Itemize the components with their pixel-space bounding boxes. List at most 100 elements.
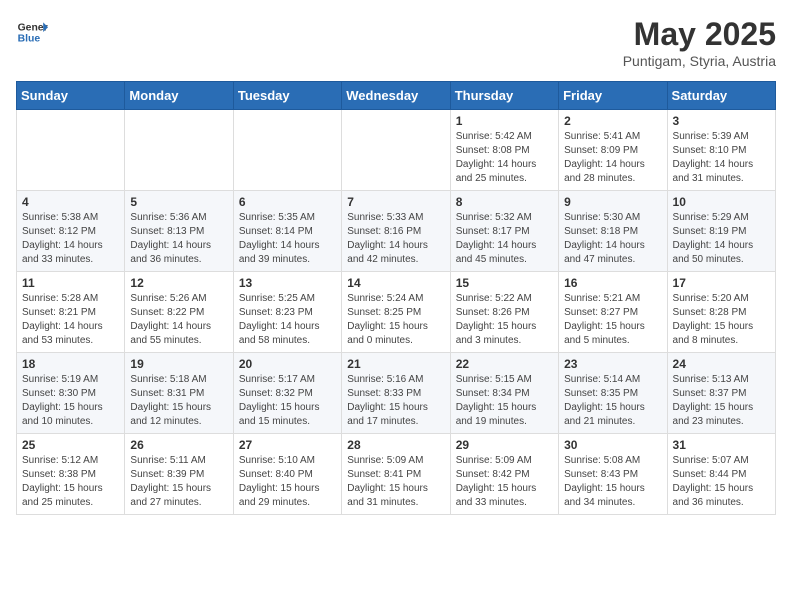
day-info: Sunrise: 5:14 AM Sunset: 8:35 PM Dayligh… (564, 373, 661, 429)
day-number: 24 (673, 357, 770, 371)
day-info: Sunrise: 5:15 AM Sunset: 8:34 PM Dayligh… (456, 373, 553, 429)
title-block: May 2025 Puntigam, Styria, Austria (623, 16, 776, 69)
day-number: 4 (22, 195, 119, 209)
calendar-cell (17, 110, 125, 191)
calendar-table: SundayMondayTuesdayWednesdayThursdayFrid… (16, 81, 776, 515)
calendar-cell: 22 Sunrise: 5:15 AM Sunset: 8:34 PM Dayli… (450, 353, 558, 434)
calendar-cell (125, 110, 233, 191)
subtitle: Puntigam, Styria, Austria (623, 53, 776, 69)
day-info: Sunrise: 5:13 AM Sunset: 8:37 PM Dayligh… (673, 373, 770, 429)
calendar-cell: 24 Sunrise: 5:13 AM Sunset: 8:37 PM Dayli… (667, 353, 775, 434)
calendar-cell: 6Sunrise: 5:35 AM Sunset: 8:14 PM Daylig… (233, 191, 341, 272)
day-info: Sunrise: 5:09 AM Sunset: 8:41 PM Dayligh… (347, 454, 444, 510)
calendar-cell: 16 Sunrise: 5:21 AM Sunset: 8:27 PM Dayli… (559, 272, 667, 353)
page-header: General Blue May 2025 Puntigam, Styria, … (16, 16, 776, 69)
day-number: 29 (456, 438, 553, 452)
svg-text:Blue: Blue (18, 34, 41, 45)
calendar-cell: 20Sunrise: 5:17 AM Sunset: 8:32 PM Dayli… (233, 353, 341, 434)
day-info: Sunrise: 5:39 AM Sunset: 8:10 PM Dayligh… (673, 130, 770, 186)
day-info: Sunrise: 5:25 AM Sunset: 8:23 PM Dayligh… (239, 292, 336, 348)
day-number: 28 (347, 438, 444, 452)
calendar-cell: 23 Sunrise: 5:14 AM Sunset: 8:35 PM Dayli… (559, 353, 667, 434)
day-number: 7 (347, 195, 444, 209)
weekday-header-row: SundayMondayTuesdayWednesdayThursdayFrid… (17, 82, 776, 110)
calendar-cell: 11 Sunrise: 5:28 AM Sunset: 8:21 PM Dayli… (17, 272, 125, 353)
day-info: Sunrise: 5:12 AM Sunset: 8:38 PM Dayligh… (22, 454, 119, 510)
calendar-cell: 27Sunrise: 5:10 AM Sunset: 8:40 PM Dayli… (233, 434, 341, 515)
day-number: 23 (564, 357, 661, 371)
calendar-cell: 5 Sunrise: 5:36 AM Sunset: 8:13 PM Daylig… (125, 191, 233, 272)
day-number: 27 (239, 438, 336, 452)
day-number: 3 (673, 114, 770, 128)
day-info: Sunrise: 5:32 AM Sunset: 8:17 PM Dayligh… (456, 211, 553, 267)
day-info: Sunrise: 5:20 AM Sunset: 8:28 PM Dayligh… (673, 292, 770, 348)
day-number: 2 (564, 114, 661, 128)
day-info: Sunrise: 5:38 AM Sunset: 8:12 PM Dayligh… (22, 211, 119, 267)
calendar-cell: 14 Sunrise: 5:24 AM Sunset: 8:25 PM Dayli… (342, 272, 450, 353)
day-number: 13 (239, 276, 336, 290)
day-info: Sunrise: 5:08 AM Sunset: 8:43 PM Dayligh… (564, 454, 661, 510)
day-number: 30 (564, 438, 661, 452)
main-title: May 2025 (623, 16, 776, 53)
weekday-header: Tuesday (233, 82, 341, 110)
day-number: 25 (22, 438, 119, 452)
day-number: 14 (347, 276, 444, 290)
calendar-cell: 21 Sunrise: 5:16 AM Sunset: 8:33 PM Dayli… (342, 353, 450, 434)
weekday-header: Wednesday (342, 82, 450, 110)
calendar-cell: 1Sunrise: 5:42 AM Sunset: 8:08 PM Daylig… (450, 110, 558, 191)
day-info: Sunrise: 5:21 AM Sunset: 8:27 PM Dayligh… (564, 292, 661, 348)
day-info: Sunrise: 5:24 AM Sunset: 8:25 PM Dayligh… (347, 292, 444, 348)
day-number: 26 (130, 438, 227, 452)
calendar-cell: 28 Sunrise: 5:09 AM Sunset: 8:41 PM Dayli… (342, 434, 450, 515)
calendar-cell: 12 Sunrise: 5:26 AM Sunset: 8:22 PM Dayli… (125, 272, 233, 353)
day-info: Sunrise: 5:26 AM Sunset: 8:22 PM Dayligh… (130, 292, 227, 348)
day-info: Sunrise: 5:16 AM Sunset: 8:33 PM Dayligh… (347, 373, 444, 429)
calendar-cell: 18Sunrise: 5:19 AM Sunset: 8:30 PM Dayli… (17, 353, 125, 434)
day-info: Sunrise: 5:22 AM Sunset: 8:26 PM Dayligh… (456, 292, 553, 348)
day-info: Sunrise: 5:28 AM Sunset: 8:21 PM Dayligh… (22, 292, 119, 348)
calendar-cell (233, 110, 341, 191)
day-number: 18 (22, 357, 119, 371)
day-number: 11 (22, 276, 119, 290)
day-number: 19 (130, 357, 227, 371)
day-info: Sunrise: 5:09 AM Sunset: 8:42 PM Dayligh… (456, 454, 553, 510)
calendar-week-row: 11 Sunrise: 5:28 AM Sunset: 8:21 PM Dayli… (17, 272, 776, 353)
day-number: 17 (673, 276, 770, 290)
day-number: 22 (456, 357, 553, 371)
day-number: 12 (130, 276, 227, 290)
day-number: 15 (456, 276, 553, 290)
day-info: Sunrise: 5:29 AM Sunset: 8:19 PM Dayligh… (673, 211, 770, 267)
calendar-cell: 7 Sunrise: 5:33 AM Sunset: 8:16 PM Daylig… (342, 191, 450, 272)
calendar-week-row: 1Sunrise: 5:42 AM Sunset: 8:08 PM Daylig… (17, 110, 776, 191)
calendar-cell: 13 Sunrise: 5:25 AM Sunset: 8:23 PM Dayli… (233, 272, 341, 353)
calendar-cell: 26Sunrise: 5:11 AM Sunset: 8:39 PM Dayli… (125, 434, 233, 515)
weekday-header: Sunday (17, 82, 125, 110)
calendar-cell: 15 Sunrise: 5:22 AM Sunset: 8:26 PM Dayli… (450, 272, 558, 353)
day-number: 16 (564, 276, 661, 290)
weekday-header: Thursday (450, 82, 558, 110)
calendar-cell: 8 Sunrise: 5:32 AM Sunset: 8:17 PM Daylig… (450, 191, 558, 272)
logo: General Blue (16, 16, 48, 48)
day-info: Sunrise: 5:41 AM Sunset: 8:09 PM Dayligh… (564, 130, 661, 186)
day-number: 21 (347, 357, 444, 371)
day-number: 9 (564, 195, 661, 209)
day-info: Sunrise: 5:36 AM Sunset: 8:13 PM Dayligh… (130, 211, 227, 267)
calendar-cell: 29 Sunrise: 5:09 AM Sunset: 8:42 PM Dayli… (450, 434, 558, 515)
calendar-week-row: 18Sunrise: 5:19 AM Sunset: 8:30 PM Dayli… (17, 353, 776, 434)
calendar-cell: 4 Sunrise: 5:38 AM Sunset: 8:12 PM Daylig… (17, 191, 125, 272)
day-number: 10 (673, 195, 770, 209)
day-info: Sunrise: 5:33 AM Sunset: 8:16 PM Dayligh… (347, 211, 444, 267)
day-number: 8 (456, 195, 553, 209)
day-number: 20 (239, 357, 336, 371)
calendar-cell: 30 Sunrise: 5:08 AM Sunset: 8:43 PM Dayli… (559, 434, 667, 515)
day-number: 5 (130, 195, 227, 209)
day-info: Sunrise: 5:35 AM Sunset: 8:14 PM Dayligh… (239, 211, 336, 267)
calendar-cell: 3 Sunrise: 5:39 AM Sunset: 8:10 PM Daylig… (667, 110, 775, 191)
logo-icon: General Blue (16, 16, 48, 48)
calendar-cell: 2 Sunrise: 5:41 AM Sunset: 8:09 PM Daylig… (559, 110, 667, 191)
weekday-header: Friday (559, 82, 667, 110)
calendar-cell (342, 110, 450, 191)
calendar-cell: 19Sunrise: 5:18 AM Sunset: 8:31 PM Dayli… (125, 353, 233, 434)
day-number: 31 (673, 438, 770, 452)
day-number: 1 (456, 114, 553, 128)
